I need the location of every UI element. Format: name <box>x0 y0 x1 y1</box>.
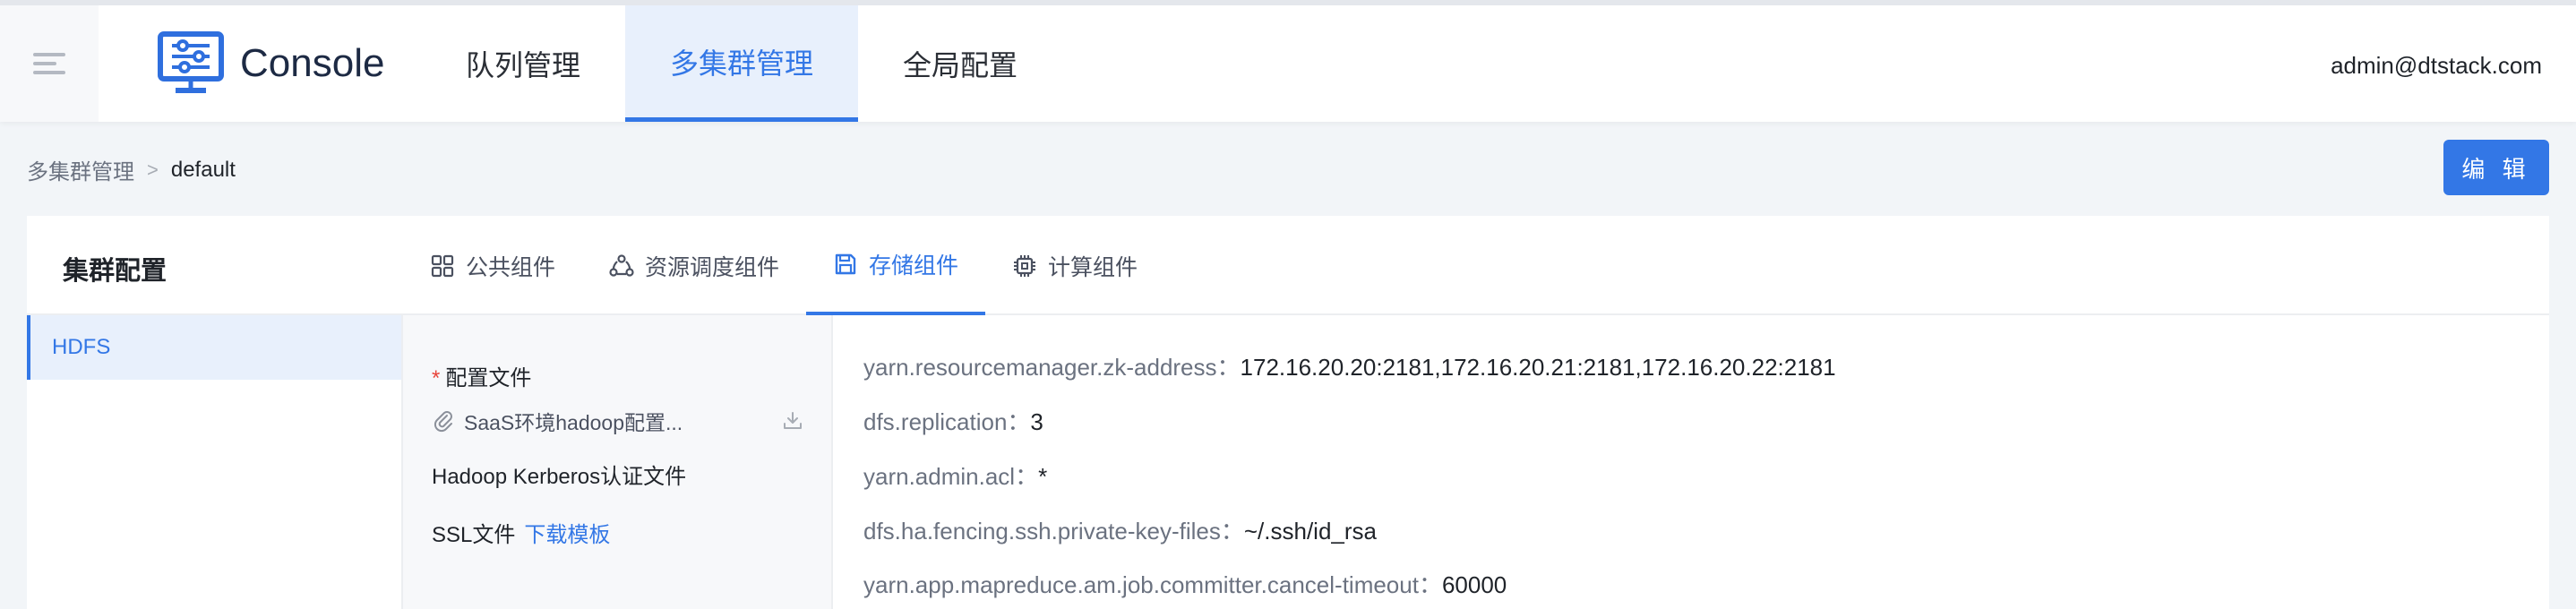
nav-item-queue[interactable]: 队列管理 <box>421 5 625 122</box>
param-value: * <box>1038 463 1048 490</box>
cluster-config-card: 集群配置 公共组件 资源调度组件 存储组件 计算组件 HDFS * 配置文件 S… <box>27 216 2549 609</box>
save-icon <box>835 253 856 274</box>
breadcrumb-current: default <box>170 157 236 182</box>
required-mark: * <box>432 366 441 390</box>
param-row: yarn.resourcemanager.zk-address：172.16.2… <box>863 349 1836 382</box>
param-row: yarn.app.mapreduce.am.job.committer.canc… <box>863 567 1507 600</box>
menu-toggle-button[interactable] <box>0 5 99 122</box>
edit-button[interactable]: 编 辑 <box>2443 140 2549 195</box>
breadcrumb-parent-link[interactable]: 多集群管理 <box>27 154 134 185</box>
param-list: yarn.resourcemanager.zk-address：172.16.2… <box>835 315 2549 609</box>
tab-common-components[interactable]: 公共组件 <box>403 216 582 315</box>
card-header: 集群配置 公共组件 资源调度组件 存储组件 计算组件 <box>27 216 2549 315</box>
top-bar: Console 队列管理 多集群管理 全局配置 admin@dtstack.co… <box>0 0 2576 122</box>
paperclip-icon <box>434 411 452 433</box>
param-key: yarn.resourcemanager.zk-address： <box>863 354 1241 381</box>
component-list: HDFS <box>27 315 403 609</box>
main-nav: 队列管理 多集群管理 全局配置 <box>421 5 1062 122</box>
param-value: 3 <box>1030 408 1043 435</box>
param-row: dfs.replication：3 <box>863 404 1043 437</box>
grid-icon <box>431 254 454 277</box>
tab-label: 存储组件 <box>869 253 959 279</box>
config-file-label-text: 配置文件 <box>445 366 532 390</box>
param-key: yarn.admin.acl： <box>863 463 1039 490</box>
param-value: 60000 <box>1441 571 1507 598</box>
monitor-settings-icon <box>158 31 224 93</box>
param-key: dfs.replication： <box>863 408 1031 435</box>
tab-label: 资源调度组件 <box>645 254 780 280</box>
breadcrumb: 多集群管理 > default <box>27 154 236 185</box>
config-file-item[interactable]: SaaS环境hadoop配置... <box>432 405 804 437</box>
tab-label: 公共组件 <box>466 254 556 280</box>
ssl-file-label-text: SSL文件 <box>432 523 516 547</box>
app-name: Console <box>240 41 385 85</box>
config-file-name[interactable]: SaaS环境hadoop配置... <box>464 406 683 436</box>
app-logo[interactable]: Console <box>158 31 385 95</box>
download-template-link[interactable]: 下载模板 <box>524 523 610 547</box>
chip-icon <box>1014 254 1036 277</box>
tab-label: 计算组件 <box>1048 254 1138 280</box>
config-file-label: * 配置文件 <box>432 360 531 391</box>
param-value: 172.16.20.20:2181,172.16.20.21:2181,172.… <box>1240 354 1836 381</box>
download-icon[interactable] <box>781 409 804 433</box>
kerberos-file-label: Hadoop Kerberos认证文件 <box>432 465 687 489</box>
param-key: dfs.ha.fencing.ssh.private-key-files： <box>863 518 1244 545</box>
chevron-right-icon: > <box>147 158 159 181</box>
param-key: yarn.app.mapreduce.am.job.committer.canc… <box>863 571 1442 598</box>
component-tabs: 公共组件 资源调度组件 存储组件 计算组件 <box>403 216 1164 315</box>
param-row: dfs.ha.fencing.ssh.private-key-files：~/.… <box>863 513 1377 546</box>
param-row: yarn.admin.acl：* <box>863 459 1047 492</box>
file-config-panel: * 配置文件 SaaS环境hadoop配置... Hadoop Kerberos认… <box>403 315 833 609</box>
nav-item-multi-cluster[interactable]: 多集群管理 <box>625 5 859 122</box>
nodes-icon <box>609 253 634 277</box>
tab-storage-components[interactable]: 存储组件 <box>806 216 986 315</box>
ssl-file-label: SSL文件 下载模板 <box>432 517 610 548</box>
hamburger-icon[interactable] <box>33 47 65 80</box>
component-item-hdfs[interactable]: HDFS <box>27 315 401 380</box>
nav-item-global-config[interactable]: 全局配置 <box>858 5 1062 122</box>
param-value: ~/.ssh/id_rsa <box>1243 518 1377 545</box>
card-title: 集群配置 <box>63 257 167 286</box>
user-account[interactable]: admin@dtstack.com <box>2331 52 2542 80</box>
tab-resource-scheduling[interactable]: 资源调度组件 <box>582 216 806 315</box>
tab-compute-components[interactable]: 计算组件 <box>985 216 1164 315</box>
